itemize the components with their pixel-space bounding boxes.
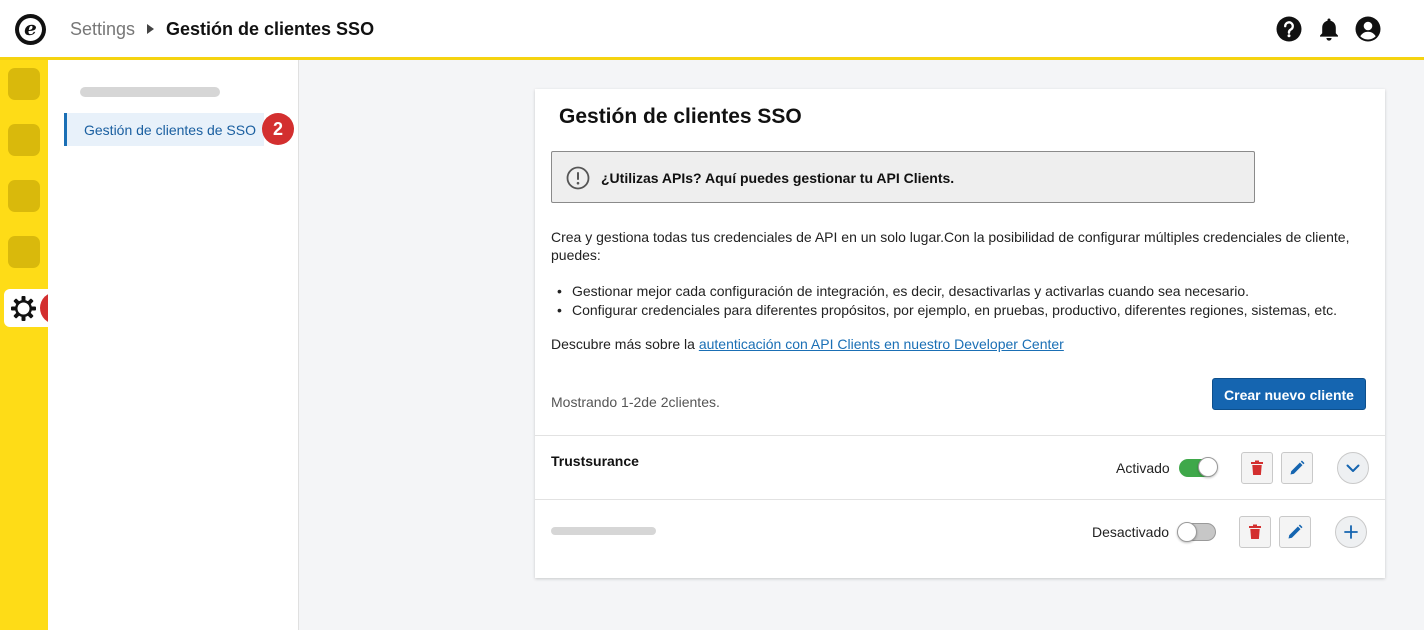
bell-icon[interactable] [1316, 16, 1342, 42]
info-alert-icon [566, 166, 590, 190]
table-row: Desactivado [535, 499, 1385, 563]
pencil-icon [1290, 460, 1305, 475]
subnav-item-label: Gestión de clientes de SSO [84, 122, 256, 138]
delete-button[interactable] [1239, 516, 1271, 548]
chevron-down-icon [1346, 464, 1360, 472]
developer-center-link[interactable]: autenticación con API Clients en nuestro… [699, 336, 1064, 352]
benefits-list: Gestionar mejor cada configuración de in… [557, 282, 1337, 320]
client-status-label: Activado [1116, 460, 1170, 476]
user-avatar-icon[interactable] [1355, 16, 1381, 42]
subnav-heading-placeholder [80, 87, 220, 97]
step-badge-2: 2 [262, 113, 294, 145]
breadcrumb-settings[interactable]: Settings [70, 19, 135, 40]
expand-button[interactable] [1337, 452, 1369, 484]
left-rail [0, 60, 52, 630]
page-title: Gestión de clientes SSO [559, 105, 802, 128]
rail-item-1[interactable] [8, 68, 40, 100]
rail-item-2[interactable] [8, 124, 40, 156]
description-text: Crea y gestiona todas tus credenciales d… [551, 229, 1350, 263]
client-enabled-toggle[interactable] [1177, 522, 1216, 542]
trash-icon [1249, 524, 1261, 539]
client-status-label: Desactivado [1092, 524, 1170, 540]
breadcrumb-current: Gestión de clientes SSO [166, 19, 375, 39]
subnav-item-sso-clients[interactable]: Gestión de clientes de SSO [64, 113, 264, 146]
list-item: Configurar credenciales para diferentes … [557, 301, 1337, 320]
help-icon[interactable] [1276, 16, 1302, 42]
toggle-knob [1177, 522, 1197, 542]
learn-more-prefix: Descubre más sobre la [551, 336, 699, 352]
expand-button[interactable] [1335, 516, 1367, 548]
edit-button[interactable] [1281, 452, 1313, 484]
breadcrumb-separator-icon [147, 24, 154, 34]
list-item: Gestionar mejor cada configuración de in… [557, 282, 1337, 301]
pencil-icon [1288, 524, 1303, 539]
sso-clients-card: Gestión de clientes SSO ¿Utilizas APIs? … [535, 89, 1385, 578]
notice-text: ¿Utilizas APIs? Aquí puedes gestionar tu… [601, 170, 955, 186]
edit-button[interactable] [1279, 516, 1311, 548]
app-logo[interactable]: e [15, 14, 46, 45]
top-bar: e Settings Gestión de clientes SSO [0, 0, 1424, 60]
delete-button[interactable] [1241, 452, 1273, 484]
logo-letter: e [19, 18, 42, 41]
plus-icon [1344, 525, 1358, 539]
table-row: Trustsurance Activado [535, 435, 1385, 499]
results-count: Mostrando 1-2de 2clientes. [551, 394, 720, 410]
client-name: Trustsurance [551, 453, 639, 469]
gear-icon [11, 296, 36, 321]
rail-item-4[interactable] [8, 236, 40, 268]
toggle-knob [1198, 457, 1218, 477]
create-client-button[interactable]: Crear nuevo cliente [1212, 378, 1366, 410]
trash-icon [1251, 460, 1263, 475]
learn-more: Descubre más sobre la autenticación con … [551, 336, 1064, 352]
client-enabled-toggle[interactable] [1179, 457, 1218, 477]
info-notice: ¿Utilizas APIs? Aquí puedes gestionar tu… [551, 151, 1255, 203]
rail-item-3[interactable] [8, 180, 40, 212]
client-name-placeholder [551, 527, 656, 535]
settings-subnav: Gestión de clientes de SSO [48, 60, 299, 630]
